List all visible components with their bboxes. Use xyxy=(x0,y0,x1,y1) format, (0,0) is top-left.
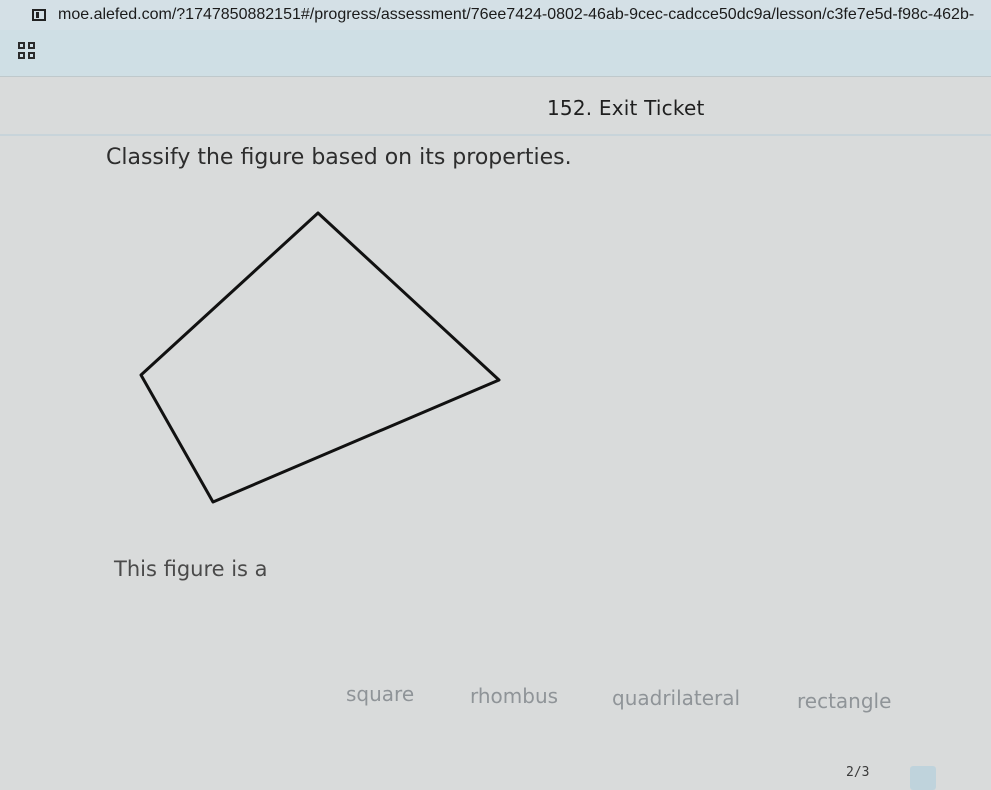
answer-statement: This figure is a xyxy=(114,557,268,581)
page-counter: 2/3 xyxy=(846,765,870,780)
quadrilateral-shape xyxy=(139,211,501,504)
option-rhombus[interactable]: rhombus xyxy=(470,684,558,708)
quadrilateral-figure xyxy=(139,211,501,504)
option-square[interactable]: square xyxy=(346,682,414,706)
app-header xyxy=(0,30,991,77)
next-button[interactable] xyxy=(910,766,936,790)
url-text[interactable]: moe.alefed.com/?1747850882151#/progress/… xyxy=(58,6,974,24)
site-info-icon[interactable] xyxy=(32,9,46,21)
browser-address-bar[interactable]: moe.alefed.com/?1747850882151#/progress/… xyxy=(0,0,991,30)
option-rectangle[interactable]: rectangle xyxy=(797,689,891,713)
question-prompt: Classify the figure based on its propert… xyxy=(106,145,572,170)
grid-icon[interactable] xyxy=(18,42,36,60)
option-quadrilateral[interactable]: quadrilateral xyxy=(612,686,740,710)
title-divider xyxy=(0,134,991,136)
lesson-title: 152. Exit Ticket xyxy=(547,96,705,120)
